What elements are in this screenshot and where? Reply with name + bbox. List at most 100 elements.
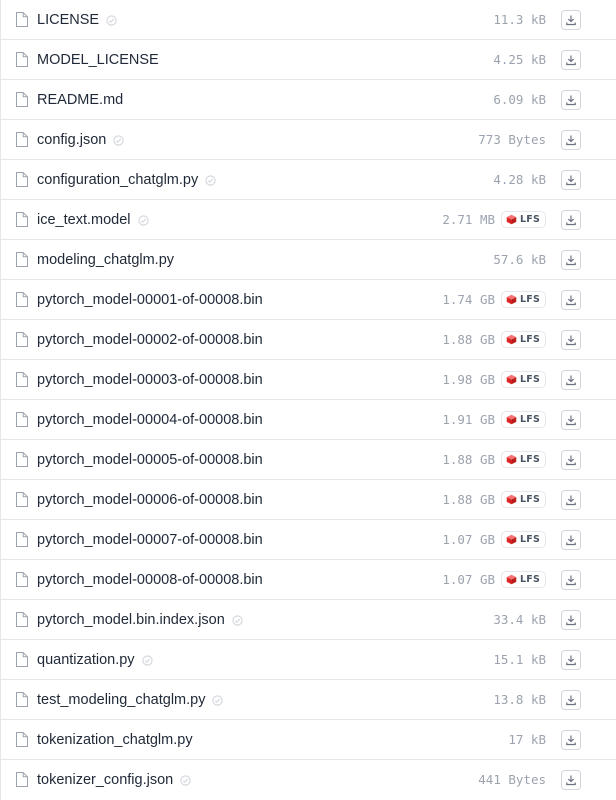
download-button[interactable] <box>561 10 581 30</box>
file-row: pytorch_model-00003-of-00008.bin 1.98 GB L… <box>1 360 616 400</box>
lfs-badge: LFS <box>501 291 546 308</box>
file-name: ice_text.model <box>37 212 131 228</box>
download-button[interactable] <box>561 170 581 190</box>
download-icon <box>566 335 576 346</box>
download-button[interactable] <box>561 210 581 230</box>
file-link[interactable]: pytorch_model-00008-of-00008.bin <box>37 560 263 600</box>
download-icon <box>566 95 576 106</box>
file-name: config.json <box>37 132 107 148</box>
file-link[interactable]: pytorch_model-00005-of-00008.bin <box>37 440 263 480</box>
file-link[interactable]: tokenization_chatglm.py <box>37 720 193 760</box>
download-button[interactable] <box>561 730 581 750</box>
file-icon <box>16 452 28 467</box>
download-button[interactable] <box>561 450 581 470</box>
file-link[interactable]: tokenizer_config.json <box>37 760 191 800</box>
file-icon <box>16 412 28 427</box>
safe-check-icon <box>205 175 216 186</box>
safe-check-icon <box>232 615 243 626</box>
file-link[interactable]: ice_text.model <box>37 200 149 240</box>
file-icon <box>16 372 28 387</box>
file-link[interactable]: MODEL_LICENSE <box>37 40 159 80</box>
download-button[interactable] <box>561 570 581 590</box>
file-row: pytorch_model-00007-of-00008.bin 1.07 GB L… <box>1 520 616 560</box>
file-link[interactable]: pytorch_model-00007-of-00008.bin <box>37 520 263 560</box>
file-icon <box>16 332 28 347</box>
file-name: pytorch_model-00006-of-00008.bin <box>37 492 263 508</box>
download-button[interactable] <box>561 690 581 710</box>
download-button[interactable] <box>561 490 581 510</box>
file-icon <box>16 492 28 507</box>
file-name: pytorch_model-00007-of-00008.bin <box>37 532 263 548</box>
file-name: MODEL_LICENSE <box>37 52 159 68</box>
download-button[interactable] <box>561 650 581 670</box>
lfs-label: LFS <box>520 214 540 225</box>
file-row: LICENSE 11.3 kB <box>1 0 616 40</box>
safe-check-icon <box>113 135 124 146</box>
file-icon <box>16 692 28 707</box>
download-icon <box>566 615 576 626</box>
file-row: ice_text.model 2.71 MB LFS <box>1 200 616 240</box>
file-row: tokenization_chatglm.py 17 kB <box>1 720 616 760</box>
file-link[interactable]: modeling_chatglm.py <box>37 240 174 280</box>
file-link[interactable]: README.md <box>37 80 123 120</box>
download-icon <box>566 215 576 226</box>
safe-check-icon <box>180 775 191 786</box>
file-link[interactable]: pytorch_model-00002-of-00008.bin <box>37 320 263 360</box>
file-link[interactable]: test_modeling_chatglm.py <box>37 680 224 720</box>
file-size: 1.98 GB <box>442 372 495 387</box>
file-name: configuration_chatglm.py <box>37 172 199 188</box>
file-size: 6.09 kB <box>493 92 546 107</box>
file-size: 1.88 GB <box>442 452 495 467</box>
file-name: tokenization_chatglm.py <box>37 732 193 748</box>
file-link[interactable]: config.json <box>37 120 124 160</box>
file-link[interactable]: pytorch_model-00003-of-00008.bin <box>37 360 263 400</box>
file-icon <box>16 732 28 747</box>
file-row: pytorch_model-00001-of-00008.bin 1.74 GB L… <box>1 280 616 320</box>
file-link[interactable]: configuration_chatglm.py <box>37 160 216 200</box>
download-button[interactable] <box>561 610 581 630</box>
download-button[interactable] <box>561 370 581 390</box>
download-button[interactable] <box>561 410 581 430</box>
file-link[interactable]: quantization.py <box>37 640 153 680</box>
file-size: 57.6 kB <box>493 252 546 267</box>
file-link[interactable]: pytorch_model-00004-of-00008.bin <box>37 400 263 440</box>
lfs-label: LFS <box>520 454 540 465</box>
lfs-badge: LFS <box>501 451 546 468</box>
download-button[interactable] <box>561 530 581 550</box>
file-icon <box>16 292 28 307</box>
download-button[interactable] <box>561 50 581 70</box>
file-link[interactable]: LICENSE <box>37 0 117 40</box>
download-button[interactable] <box>561 290 581 310</box>
download-icon <box>566 695 576 706</box>
download-icon <box>566 415 576 426</box>
download-icon <box>566 535 576 546</box>
download-button[interactable] <box>561 330 581 350</box>
file-size: 441 Bytes <box>478 772 546 787</box>
file-name: pytorch_model-00005-of-00008.bin <box>37 452 263 468</box>
download-button[interactable] <box>561 250 581 270</box>
file-name: README.md <box>37 92 124 108</box>
lfs-label: LFS <box>520 494 540 505</box>
file-row: MODEL_LICENSE 4.25 kB <box>1 40 616 80</box>
file-row: pytorch_model-00005-of-00008.bin 1.88 GB L… <box>1 440 616 480</box>
file-link[interactable]: pytorch_model.bin.index.json <box>37 600 243 640</box>
download-button[interactable] <box>561 130 581 150</box>
file-row: test_modeling_chatglm.py 13.8 kB <box>1 680 616 720</box>
download-icon <box>566 175 576 186</box>
file-row: pytorch_model-00004-of-00008.bin 1.91 GB L… <box>1 400 616 440</box>
file-icon <box>16 12 28 27</box>
lfs-cube-icon <box>506 574 517 585</box>
file-list: LICENSE 11.3 kB MODEL_LICENSE 4.25 kB README… <box>0 0 616 800</box>
file-link[interactable]: pytorch_model-00001-of-00008.bin <box>37 280 263 320</box>
download-button[interactable] <box>561 90 581 110</box>
file-name: LICENSE <box>37 12 100 28</box>
lfs-cube-icon <box>506 414 517 425</box>
download-button[interactable] <box>561 770 581 790</box>
download-icon <box>566 575 576 586</box>
lfs-label: LFS <box>520 374 540 385</box>
file-name: modeling_chatglm.py <box>37 252 175 268</box>
file-link[interactable]: pytorch_model-00006-of-00008.bin <box>37 480 263 520</box>
file-size: 773 Bytes <box>478 132 546 147</box>
lfs-label: LFS <box>520 534 540 545</box>
lfs-badge: LFS <box>501 371 546 388</box>
